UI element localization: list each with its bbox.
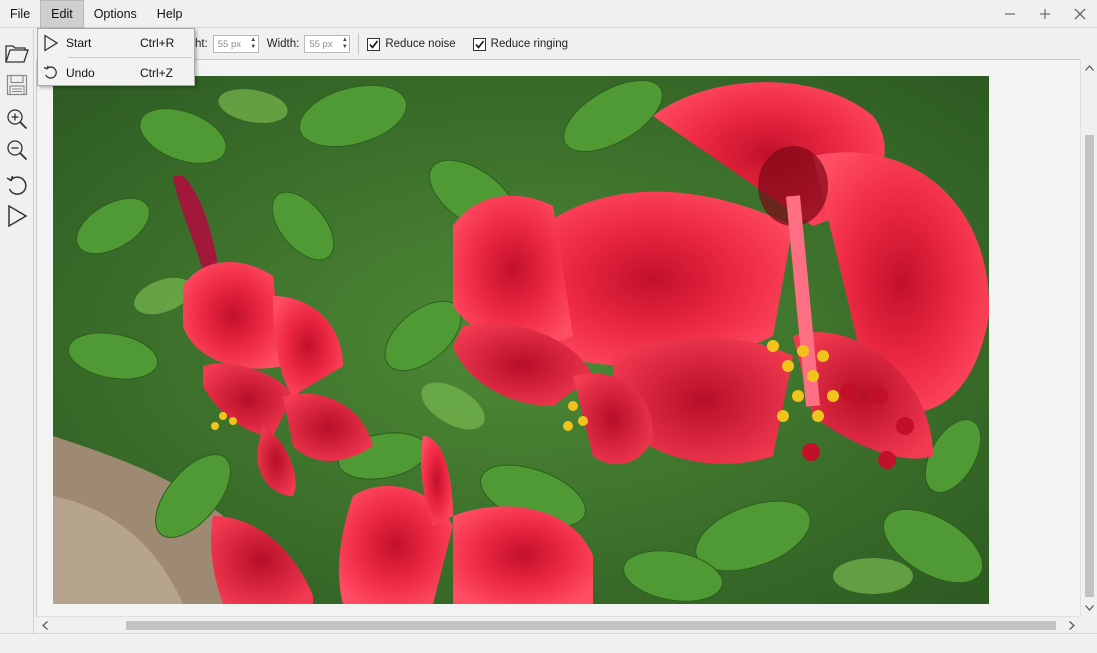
zoom-out-button[interactable] <box>3 136 31 164</box>
open-button[interactable] <box>3 39 31 67</box>
minimize-button[interactable] <box>992 0 1027 28</box>
menu-item-start-shortcut: Ctrl+R <box>140 36 175 50</box>
vertical-scroll-thumb[interactable] <box>1085 135 1094 597</box>
reduce-ringing-checkbox[interactable]: Reduce ringing <box>472 37 573 51</box>
toolbar-divider <box>358 33 360 55</box>
vertical-scrollbar[interactable] <box>1080 59 1097 616</box>
start-button[interactable] <box>3 202 31 230</box>
scroll-right-arrow-icon[interactable] <box>1063 617 1080 634</box>
scroll-down-arrow-icon[interactable] <box>1081 599 1097 616</box>
save-icon <box>6 74 28 96</box>
options-toolbar: ight: 55 px ▲ ▼ Width: 55 px ▲ ▼ Reduce no… <box>36 29 1097 59</box>
checkmark-icon <box>369 40 379 49</box>
horizontal-scroll-thumb[interactable] <box>126 621 1056 630</box>
zoom-in-button[interactable] <box>3 105 31 133</box>
width-label: Width: <box>266 38 300 50</box>
menu-item-undo-label: Undo <box>66 66 95 80</box>
status-bar <box>0 633 1097 653</box>
close-button[interactable] <box>1062 0 1097 28</box>
menu-item-undo[interactable]: Undo Ctrl+Z <box>38 60 194 86</box>
zoom-in-icon <box>7 109 28 130</box>
start-icon <box>8 204 28 228</box>
menu-help[interactable]: Help <box>147 0 193 28</box>
reduce-noise-checkbox[interactable]: Reduce noise <box>367 37 460 51</box>
menu-item-start-label: Start <box>66 36 92 50</box>
open-folder-icon <box>5 45 29 63</box>
menu-edit[interactable]: Edit <box>40 0 84 28</box>
scroll-up-arrow-icon[interactable] <box>1081 59 1097 76</box>
hibiscus-photo <box>53 76 989 604</box>
play-icon <box>38 30 64 56</box>
maximize-button[interactable] <box>1027 0 1062 28</box>
width-spinner-arrows[interactable]: ▲ ▼ <box>340 36 349 52</box>
scroll-left-arrow-icon[interactable] <box>36 617 53 634</box>
reduce-ringing-label: Reduce ringing <box>490 38 569 50</box>
app-window: File Edit Options Help ight: 55 px ▲ ▼ Wi… <box>0 0 1097 653</box>
checkbox-box[interactable] <box>367 37 381 51</box>
checkbox-box[interactable] <box>472 37 486 51</box>
zoom-out-icon <box>7 140 28 161</box>
edit-menu-dropdown: Start Ctrl+R Undo Ctrl+Z <box>37 28 195 86</box>
horizontal-scrollbar[interactable] <box>36 616 1080 633</box>
reduce-noise-label: Reduce noise <box>385 38 456 50</box>
save-button[interactable] <box>3 71 31 99</box>
menu-bar: File Edit Options Help <box>0 0 1097 28</box>
left-toolbar <box>0 29 34 633</box>
height-value: 55 px <box>217 38 241 50</box>
minimize-icon <box>1004 13 1015 15</box>
menu-item-undo-shortcut: Ctrl+Z <box>140 66 173 80</box>
undo-button[interactable] <box>3 172 31 200</box>
width-spinner[interactable]: 55 px ▲ ▼ <box>304 35 351 53</box>
undo-icon <box>38 60 64 86</box>
menu-options[interactable]: Options <box>84 0 147 28</box>
menu-separator <box>68 57 192 58</box>
hibiscus-photo-art <box>53 76 989 604</box>
window-controls <box>992 0 1097 28</box>
height-spinner-arrows[interactable]: ▲ ▼ <box>249 36 258 52</box>
menu-file[interactable]: File <box>0 0 40 28</box>
checkmark-icon <box>475 40 484 49</box>
width-value: 55 px <box>309 38 333 50</box>
scrollbar-corner <box>1080 616 1097 633</box>
close-icon <box>1074 8 1085 20</box>
image-canvas[interactable] <box>36 59 1080 616</box>
menu-item-start[interactable]: Start Ctrl+R <box>38 30 194 56</box>
maximize-icon <box>1039 9 1050 19</box>
undo-icon <box>6 175 27 195</box>
height-spinner[interactable]: 55 px ▲ ▼ <box>212 35 259 53</box>
